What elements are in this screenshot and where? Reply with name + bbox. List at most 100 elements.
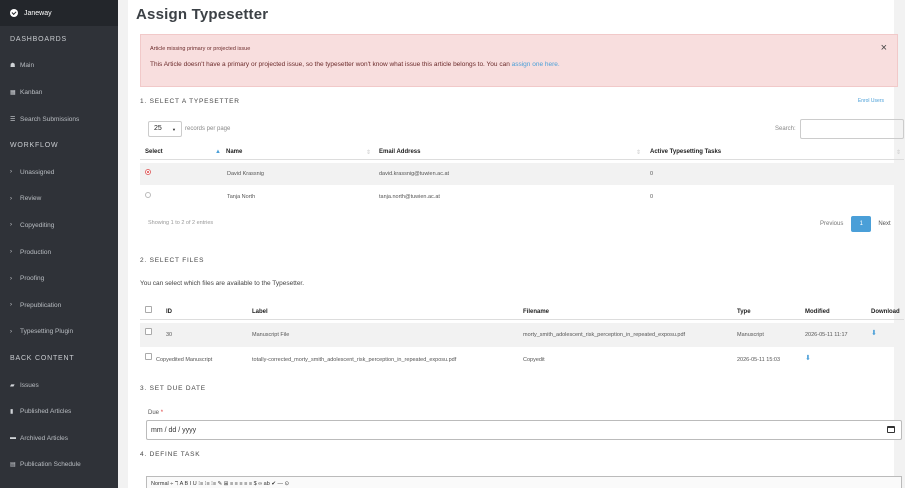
section-back-content: BACK CONTENT: [10, 354, 75, 362]
sidebar-item-label: Production: [20, 248, 52, 256]
records-per-page-label: records per page: [185, 126, 231, 132]
sidebar-item-issues[interactable]: ▰ Issues: [0, 372, 118, 399]
col-label: Label: [252, 309, 268, 315]
col-select[interactable]: Select: [145, 149, 163, 155]
caret-down-icon: ▼: [172, 127, 176, 132]
sidebar-item-published-articles[interactable]: ▮ Published Articles: [0, 398, 118, 425]
typesetter-radio[interactable]: [145, 169, 151, 175]
sidebar-item-label: Review: [20, 195, 42, 203]
brand-link[interactable]: Janeway: [0, 0, 118, 26]
missing-issue-alert: Article missing primary or projected iss…: [140, 34, 898, 87]
next-page-button[interactable]: Next: [878, 221, 890, 227]
sort-icon: ⇕: [636, 150, 642, 156]
sidebar: Janeway DASHBOARDS ☗ Main ▦ Kanban ☰ Search…: [0, 0, 118, 488]
sidebar-item-label: Issues: [20, 381, 39, 389]
sort-asc-icon: ▲: [215, 149, 221, 155]
assign-issue-link[interactable]: assign one here.: [512, 61, 560, 68]
editor-toolbar-buttons[interactable]: Normal ÷ ℸ A B I U ⁝≡ ⁝≡ ⁝≡ ✎ ⊞ ≡ ≡ ≡ ≡ …: [151, 481, 289, 487]
typesetter-radio[interactable]: [145, 192, 151, 198]
file-filename: Copyedit: [523, 357, 545, 363]
chevron-right-icon: ›: [10, 328, 12, 335]
select-all-checkbox[interactable]: [145, 306, 152, 313]
sidebar-item-search-submissions[interactable]: ☰ Search Submissions: [0, 106, 118, 133]
sidebar-item-publication-schedule[interactable]: ▤ Publication Schedule: [0, 452, 118, 479]
due-date-input[interactable]: mm / dd / yyyy: [146, 420, 902, 440]
brand-label: Janeway: [24, 9, 52, 17]
sidebar-item-typesetting-plugin[interactable]: › Typesetting Plugin: [0, 319, 118, 346]
sidebar-item-kanban[interactable]: ▦ Kanban: [0, 79, 118, 106]
col-id: ID: [166, 309, 172, 315]
sidebar-item-label: Prepublication: [20, 301, 62, 309]
main-content: Assign Typesetter Article missing primar…: [118, 0, 905, 488]
sidebar-item-label: Copyediting: [20, 221, 55, 229]
folder-icon: ▰: [10, 382, 15, 389]
col-modified: Modified: [805, 309, 830, 315]
sidebar-item-label: Kanban: [20, 88, 43, 96]
sidebar-item-label: Main: [20, 62, 35, 70]
sidebar-item-proofing[interactable]: › Proofing: [0, 265, 118, 292]
table-info: Showing 1 to 2 of 2 entries: [148, 220, 214, 226]
sidebar-item-archived-articles[interactable]: ▬ Archived Articles: [0, 425, 118, 452]
list-icon: ☰: [10, 116, 16, 123]
file-id: Copyedited Manuscript: [156, 357, 213, 363]
sidebar-item-unassigned[interactable]: › Unassigned: [0, 159, 118, 186]
table-row[interactable]: Tanja North tanja.north@tuwien.ac.at 0: [140, 186, 904, 208]
required-marker: *: [160, 410, 164, 416]
table-row[interactable]: David Krassnig david.krassnig@tuwien.ac.…: [140, 163, 904, 185]
records-per-page-select[interactable]: 25 ▼: [148, 121, 182, 137]
section-heading-due-date: 3. SET DUE DATE: [140, 385, 206, 392]
col-email[interactable]: Email Address: [379, 149, 420, 155]
sidebar-item-label: Archived Articles: [20, 434, 69, 442]
col-download: Download: [871, 309, 900, 315]
section-heading-select-typesetter: 1. SELECT A TYPESETTER: [140, 98, 240, 105]
col-tasks[interactable]: Active Typesetting Tasks: [650, 149, 721, 155]
file-checkbox[interactable]: [145, 328, 152, 335]
typesetter-tasks: 0: [650, 194, 654, 200]
section-workflow: WORKFLOW: [10, 142, 59, 150]
kanban-icon: ▦: [10, 89, 16, 96]
section-heading-select-files: 2. SELECT FILES: [140, 257, 205, 264]
table-row: Copyedited Manuscript totally-corrected_…: [140, 348, 904, 372]
sidebar-item-label: Unassigned: [20, 168, 55, 176]
download-icon[interactable]: ⬇: [871, 329, 877, 337]
due-label-text: Due: [148, 410, 160, 416]
records-per-page-value: 25: [154, 125, 162, 132]
sidebar-item-main[interactable]: ☗ Main: [0, 53, 118, 80]
section-heading-define-task: 4. DEFINE TASK: [140, 451, 201, 458]
chevron-right-icon: ›: [10, 195, 12, 202]
sidebar-item-label: Published Articles: [20, 408, 72, 416]
previous-page-button[interactable]: Previous: [820, 221, 843, 227]
task-editor-toolbar[interactable]: Normal ÷ ℸ A B I U ⁝≡ ⁝≡ ⁝≡ ✎ ⊞ ≡ ≡ ≡ ≡ …: [146, 476, 902, 488]
sidebar-item-label: Search Submissions: [20, 115, 80, 123]
sidebar-item-review[interactable]: › Review: [0, 186, 118, 213]
calendar-icon[interactable]: [887, 426, 895, 433]
files-note: You can select which files are available…: [140, 280, 305, 287]
sidebar-item-prepublication[interactable]: › Prepublication: [0, 292, 118, 319]
file-type: 2026-05-11 15:03: [737, 357, 781, 363]
enrol-users-link[interactable]: Enrol Users: [858, 98, 884, 104]
archive-icon: ▬: [10, 435, 16, 442]
sidebar-item-production[interactable]: › Production: [0, 239, 118, 266]
file-id: 30: [166, 332, 173, 338]
files-table-header: ID Label Filename Type Modified Download: [140, 300, 904, 320]
search-input[interactable]: [800, 119, 904, 139]
alert-message: This Article doesn't have a primary or p…: [150, 61, 560, 68]
download-icon[interactable]: ⬇: [805, 354, 811, 362]
sidebar-item-copyediting[interactable]: › Copyediting: [0, 212, 118, 239]
chevron-right-icon: ›: [10, 249, 12, 256]
close-icon[interactable]: ×: [881, 42, 887, 54]
col-name[interactable]: Name: [226, 149, 242, 155]
file-checkbox[interactable]: [145, 353, 152, 360]
typesetter-table-header: Select ▲ Name ⇕ Email Address ⇕ Active T…: [140, 144, 904, 160]
dashboard-icon: ☗: [10, 63, 16, 70]
due-date-placeholder: mm / dd / yyyy: [151, 427, 197, 434]
janeway-logo-icon: [10, 9, 18, 17]
chevron-right-icon: ›: [10, 222, 12, 229]
file-type: Manuscript: [737, 332, 764, 338]
col-type: Type: [737, 309, 751, 315]
col-filename: Filename: [523, 309, 550, 315]
file-label: Manuscript File: [252, 332, 290, 338]
page-title: Assign Typesetter: [136, 6, 269, 23]
page-1-button[interactable]: 1: [851, 216, 872, 232]
file-icon: ▮: [10, 409, 14, 416]
